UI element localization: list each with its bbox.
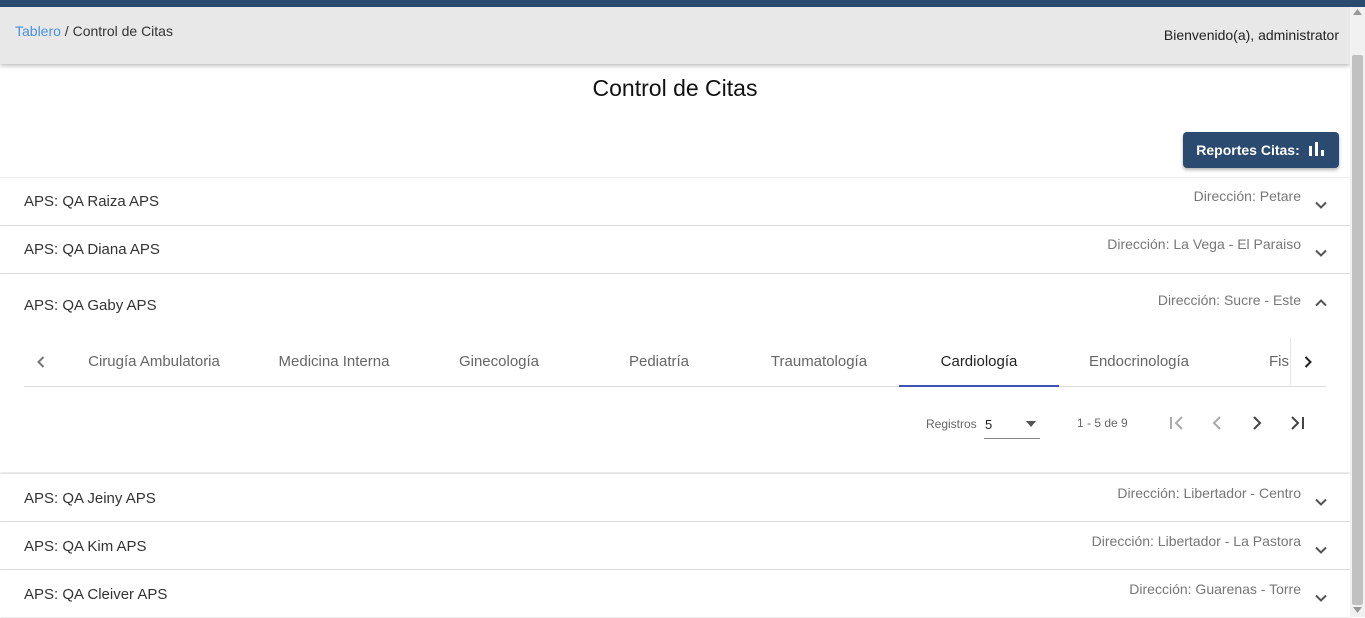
panel-header[interactable]: APS: QA Jeiny APS Dirección: Libertador … [0,474,1350,522]
panel-title: APS: QA Raiza APS [24,193,160,210]
panel-header[interactable]: APS: QA Cleiver APS Dirección: Guarenas … [0,570,1350,618]
aps-panel: APS: QA Cleiver APS Dirección: Guarenas … [0,570,1350,617]
tab-ginecologia[interactable]: Ginecología [419,338,579,385]
chevron-down-icon[interactable] [1312,244,1330,262]
panel-header[interactable]: APS: QA Diana APS Dirección: La Vega - E… [0,226,1350,274]
chevron-right-icon [1304,355,1312,368]
chevron-down-icon[interactable] [1312,541,1330,559]
active-tab-indicator [899,385,1059,387]
last-page-icon [1291,416,1304,430]
vertical-scrollbar[interactable] [1350,7,1365,617]
first-page-button[interactable] [1163,410,1191,436]
tab-medicina-interna[interactable]: Medicina Interna [254,338,414,385]
reports-button-label: Reportes Citas: [1196,142,1300,158]
panel-title: APS: QA Gaby APS [24,297,157,314]
panel-direction: Dirección: Guarenas - Torre [1129,581,1301,597]
breadcrumb-link-tablero[interactable]: Tablero [15,23,61,39]
aps-panel: APS: QA Diana APS Dirección: La Vega - E… [0,226,1350,273]
panel-header[interactable]: APS: QA Raiza APS Dirección: Petare [0,178,1350,226]
tabs-scroll-right-button[interactable] [1290,338,1325,385]
panel-header[interactable]: APS: QA Kim APS Dirección: Libertador - … [0,522,1350,570]
bar-chart-icon [1308,142,1324,156]
panel-title: APS: QA Cleiver APS [24,586,168,603]
panel-title: APS: QA Jeiny APS [24,490,156,507]
chevron-right-icon [1253,416,1262,430]
breadcrumb-separator: / [60,23,73,39]
breadcrumb-bar: Tablero / Control de Citas Bienvenido(a)… [0,7,1350,64]
panel-header[interactable]: APS: QA Gaby APS Dirección: Sucre - Este [0,274,1350,334]
tab-endocrinologia[interactable]: Endocrinología [1059,338,1219,385]
panel-direction: Dirección: Sucre - Este [1157,292,1301,308]
page-size-select[interactable]: 5 [984,410,1040,439]
top-bar [0,0,1365,7]
aps-panel: APS: QA Raiza APS Dirección: Petare [0,178,1350,225]
breadcrumb: Tablero / Control de Citas [15,23,173,39]
pager-label: Registros [926,417,977,431]
last-page-button[interactable] [1283,410,1311,436]
previous-page-button[interactable] [1203,410,1231,436]
aps-panel: APS: QA Jeiny APS Dirección: Libertador … [0,474,1350,521]
tab-cardiologia[interactable]: Cardiología [899,338,1059,385]
chevron-down-icon[interactable] [1312,196,1330,214]
first-page-icon [1170,416,1183,430]
tab-cirugia-ambulatoria[interactable]: Cirugía Ambulatoria [74,338,234,385]
tab-traumatologia[interactable]: Traumatología [739,338,899,385]
tab-pediatria[interactable]: Pediatría [579,338,739,385]
next-page-button[interactable] [1243,410,1271,436]
chevron-left-icon [1212,416,1221,430]
specialty-tabs: Cirugía Ambulatoria Medicina Interna Gin… [24,338,1326,387]
chevron-down-icon[interactable] [1312,589,1330,607]
chevron-up-icon[interactable] [1312,294,1330,312]
welcome-message: Bienvenido(a), administrator [1163,27,1339,43]
panel-direction: Dirección: Libertador - Centro [1117,485,1301,501]
page-title: Control de Citas [592,75,758,101]
panel-title: APS: QA Kim APS [24,538,147,555]
scrollbar-thumb[interactable] [1352,55,1363,605]
tab-fis[interactable]: Fis [1269,338,1289,385]
panel-direction: Dirección: Petare [1193,188,1301,204]
chevron-down-icon[interactable] [1312,493,1330,511]
aps-panel: APS: QA Kim APS Dirección: Libertador - … [0,522,1350,569]
panel-direction: Dirección: Libertador - La Pastora [1091,533,1301,549]
scroll-up-arrow-icon[interactable] [1353,9,1362,15]
dropdown-arrow-icon [1026,421,1036,427]
page-size-value: 5 [985,417,993,432]
chevron-left-icon [37,355,45,368]
breadcrumb-current: Control de Citas [72,23,173,39]
tabs-scroll-left-button[interactable] [24,338,58,385]
reports-button[interactable]: Reportes Citas: [1183,132,1339,168]
panel-title: APS: QA Diana APS [24,241,160,258]
pager-range: 1 - 5 de 9 [1077,416,1128,430]
panel-direction: Dirección: La Vega - El Paraiso [1107,236,1301,252]
scroll-down-arrow-icon[interactable] [1353,607,1362,613]
